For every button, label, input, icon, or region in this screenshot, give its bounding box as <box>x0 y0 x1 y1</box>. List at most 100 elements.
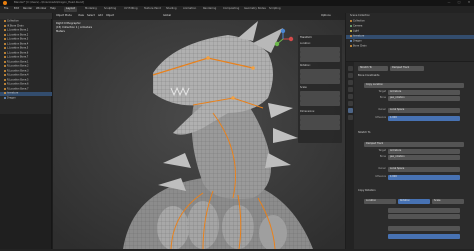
bone-tab-icon[interactable] <box>347 101 353 106</box>
outliner-row[interactable]: Dragon <box>0 96 52 101</box>
target-field[interactable]: Armature <box>388 90 460 95</box>
options-menu[interactable]: Options <box>321 14 331 18</box>
dimensions-y-field[interactable] <box>300 120 340 125</box>
scale-x-field[interactable] <box>300 91 340 96</box>
add-menu[interactable]: Add <box>98 14 103 18</box>
mesh-icon <box>4 96 6 99</box>
scale-z-field[interactable] <box>300 101 340 106</box>
data-tab-icon[interactable] <box>347 115 353 120</box>
close-icon[interactable]: ✕ <box>464 1 474 5</box>
bone-field[interactable]: jaw_rotation <box>388 96 460 101</box>
object-menu[interactable]: Object <box>106 14 114 18</box>
stretch-to-section[interactable]: Stretch To <box>358 131 370 137</box>
target2-field[interactable]: Armature <box>388 149 460 154</box>
bone-icon <box>4 33 6 36</box>
outliner-row-label: L.Location Bone.7 <box>7 55 29 59</box>
outliner-row[interactable]: Bone Chain <box>346 45 474 49</box>
menu-window[interactable]: Window <box>36 7 46 11</box>
tab-compositing[interactable]: Compositing <box>221 7 241 12</box>
owner-space-field[interactable]: Local Space <box>388 108 460 113</box>
tab-texture-paint[interactable]: Texture Paint <box>142 7 163 12</box>
constraint-name-field[interactable]: Copy Location <box>364 83 464 88</box>
menu-render[interactable]: Render <box>23 7 32 11</box>
tab-stretch-to[interactable]: Stretch To <box>358 66 388 71</box>
outliner-row-label: Light <box>353 29 359 33</box>
output-tab-icon[interactable] <box>347 80 353 85</box>
tab-uv-editing[interactable]: UV Editing <box>122 7 140 12</box>
outliner-row-label: Armature <box>353 34 365 38</box>
menu-edit[interactable]: Edit <box>14 7 19 11</box>
3d-viewport[interactable]: Object Mode View Select Add Object Globa… <box>53 13 345 249</box>
tab-animation[interactable]: Animation <box>181 7 198 12</box>
tab-scale[interactable]: Scale <box>432 199 464 204</box>
navigation-gizmo[interactable] <box>271 27 295 51</box>
outliner-row-label: Armature <box>7 91 19 95</box>
viewport-header: Object Mode View Select Add Object Globa… <box>53 13 345 20</box>
menu-help[interactable]: Help <box>50 7 56 11</box>
left-empty-panel <box>0 114 52 251</box>
location-y-field[interactable] <box>300 52 340 57</box>
bone-icon <box>350 45 352 47</box>
maximize-icon[interactable]: □ <box>454 1 464 5</box>
dimensions-z-field[interactable] <box>300 125 340 130</box>
scene-tab-icon[interactable] <box>347 87 353 92</box>
owner2-space-field[interactable]: Local Space <box>388 167 460 172</box>
rotation-x-field[interactable] <box>300 69 340 74</box>
menu-file[interactable]: File <box>4 7 8 11</box>
tab-sculpting[interactable]: Sculpting <box>102 7 118 12</box>
outliner-row-label: Collection <box>353 19 365 23</box>
transform-orientation[interactable]: Global <box>163 14 171 18</box>
outliner-row-label: R.Location Bone.5 <box>7 78 29 81</box>
tab-rotation[interactable]: Rotation <box>398 199 430 204</box>
location-x-field[interactable] <box>300 47 340 52</box>
rotation-z-field[interactable] <box>300 79 340 84</box>
rotation-y-field[interactable] <box>300 74 340 79</box>
tab-shading[interactable]: Shading <box>164 7 179 12</box>
scale-y-field[interactable] <box>300 96 340 101</box>
copy-rotation-section[interactable]: Copy Rotation <box>358 189 376 195</box>
object-tab-icon[interactable] <box>347 94 353 99</box>
constraint2-name-field[interactable]: Damped Track <box>364 142 464 147</box>
bone-constraints-section[interactable]: Bone Constraints <box>358 74 379 80</box>
outliner-row-label: Dragon <box>353 39 362 43</box>
owner2-label: Owner <box>378 167 386 170</box>
influence-label: Influence <box>374 116 386 119</box>
light-icon <box>350 30 352 32</box>
target2-label: Target <box>378 149 386 152</box>
mode-select[interactable]: Object Mode <box>56 14 72 18</box>
rotation-owner-field[interactable] <box>388 226 460 231</box>
tab-geometry-nodes[interactable]: Geometry Nodes <box>242 7 268 12</box>
transform-section-title: Transform <box>300 36 312 39</box>
outliner-row-label: R.Location Bone.4 <box>7 73 29 77</box>
outliner-row[interactable]: Camera <box>346 25 474 29</box>
location-z-field[interactable] <box>300 57 340 62</box>
outliner-row-selected[interactable]: Armature <box>346 34 474 40</box>
tab-rendering[interactable]: Rendering <box>201 7 218 12</box>
rotation-influence-slider[interactable] <box>388 234 460 239</box>
tab-scripting[interactable]: Scripting <box>267 7 283 12</box>
tab-layout[interactable]: Layout <box>64 7 77 12</box>
render-tab-icon[interactable] <box>347 73 353 78</box>
outliner-row[interactable]: Scene Collection <box>346 14 474 19</box>
influence-slider[interactable]: 1.000 <box>388 116 460 121</box>
minimize-icon[interactable]: — <box>444 1 454 5</box>
tab-modeling[interactable]: Modeling <box>83 7 99 12</box>
select-menu[interactable]: Select <box>87 14 95 18</box>
bone-constraint-tab-icon[interactable] <box>347 108 353 113</box>
rotation-bone-field[interactable] <box>388 214 460 219</box>
rotation-target-field[interactable] <box>388 208 460 213</box>
dimensions-x-field[interactable] <box>300 115 340 120</box>
tab-location[interactable]: Location <box>364 199 396 204</box>
influence2-slider[interactable]: 1.000 <box>388 175 460 180</box>
window-title: Blender* [C:\Users\...\Downloads\Dragon_… <box>14 0 85 4</box>
outliner-row-label: L.Location Bone.4 <box>7 42 29 45</box>
outliner-row-label: L.Location Bone.5 <box>7 46 29 50</box>
outliner-row-label: IK Bone Chain <box>7 24 24 27</box>
bone2-field[interactable]: jaw_rotation <box>388 155 460 160</box>
tab-damped-track[interactable]: Damped Track <box>390 66 424 71</box>
tool-tab-icon[interactable] <box>347 66 353 71</box>
influence2-label: Influence <box>374 175 386 178</box>
outliner-row[interactable]: Collection <box>346 20 474 24</box>
outliner-row[interactable]: Light <box>346 30 474 34</box>
view-menu[interactable]: View <box>78 14 84 18</box>
